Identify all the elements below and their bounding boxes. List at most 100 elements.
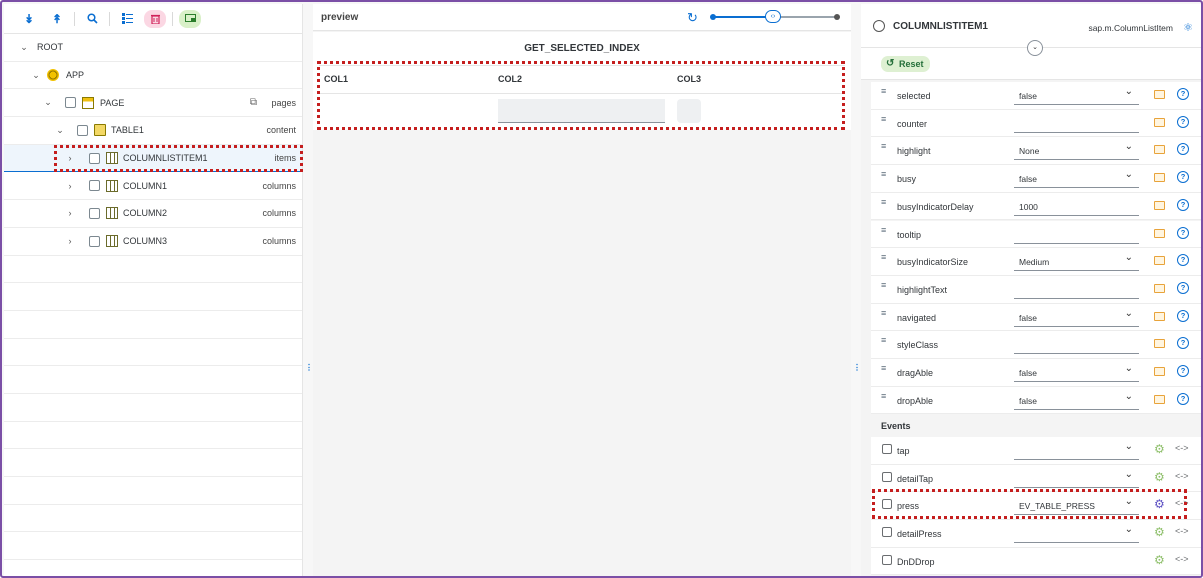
help-icon[interactable]: ? — [1177, 309, 1189, 322]
property-input[interactable] — [1014, 225, 1139, 244]
node-checkbox[interactable] — [89, 235, 100, 247]
gear-icon[interactable]: ⚙ — [1154, 497, 1165, 511]
help-icon[interactable]: ? — [1177, 226, 1189, 239]
tree-node-column3[interactable]: › COLUMN3 columns — [4, 228, 302, 256]
event-handler-select[interactable] — [1014, 524, 1139, 544]
help-icon[interactable]: ? — [1177, 143, 1189, 156]
folder-icon[interactable] — [1154, 394, 1165, 404]
event-checkbox[interactable] — [882, 444, 892, 454]
app-window: ↡ ↟ ⌄ ROOT ⌄ APP ⌄ PAGE ⧉ pages ⌄ TABLE1… — [0, 0, 1203, 578]
property-select[interactable]: false — [1014, 363, 1139, 382]
tree-node-root[interactable]: ⌄ ROOT — [4, 34, 302, 62]
folder-icon[interactable] — [1154, 283, 1165, 293]
help-icon[interactable]: ? — [1177, 365, 1189, 377]
event-handler-select[interactable]: EV_TABLE_PRESS — [1014, 496, 1139, 516]
property-select[interactable]: false — [1014, 391, 1139, 410]
folder-icon[interactable] — [1154, 117, 1165, 127]
zoom-slider[interactable]: ‹› — [710, 10, 840, 23]
property-input[interactable]: 1000 — [1014, 197, 1139, 216]
event-checkbox[interactable] — [882, 471, 892, 482]
table-cell-input[interactable] — [498, 99, 665, 123]
tree-node-label: COLUMN2 — [123, 208, 168, 219]
node-checkbox[interactable] — [89, 180, 100, 192]
code-link-icon[interactable]: <-> — [1175, 554, 1189, 564]
property-select[interactable]: Medium — [1014, 252, 1139, 272]
tree-node-columnlistitem1[interactable]: › COLUMNLISTITEM1 items — [4, 144, 302, 173]
folder-icon[interactable] — [1154, 339, 1165, 349]
search-icon[interactable] — [81, 10, 103, 28]
help-icon[interactable]: ? — [1177, 392, 1189, 405]
property-select[interactable]: false — [1014, 169, 1139, 189]
help-icon[interactable]: ? — [1177, 115, 1189, 128]
event-handler-select[interactable] — [1014, 441, 1139, 460]
chevron-right-icon[interactable]: › — [65, 181, 75, 191]
node-checkbox[interactable] — [89, 152, 100, 164]
folder-icon[interactable] — [1154, 256, 1165, 266]
reset-button[interactable]: ↺ Reset — [881, 56, 930, 72]
folder-icon[interactable] — [1154, 311, 1165, 321]
event-checkbox[interactable] — [882, 499, 892, 510]
tree-node-column2[interactable]: › COLUMN2 columns — [4, 200, 302, 228]
folder-icon[interactable] — [1154, 173, 1165, 183]
event-checkbox[interactable] — [882, 527, 892, 538]
table-cell-button[interactable] — [677, 99, 701, 123]
toolbar-divider — [109, 11, 110, 26]
list-view-icon[interactable] — [116, 10, 138, 28]
chevron-right-icon[interactable]: › — [65, 236, 75, 246]
property-select[interactable]: false — [1014, 308, 1139, 327]
code-link-icon[interactable]: <-> — [1175, 471, 1189, 481]
expand-all-icon[interactable]: ↡ — [18, 10, 40, 28]
tree-node-app[interactable]: ⌄ APP — [4, 62, 302, 90]
folder-icon[interactable] — [1154, 228, 1165, 238]
property-input[interactable] — [1014, 114, 1139, 133]
help-icon[interactable]: ? — [1177, 198, 1189, 211]
delete-icon[interactable] — [144, 9, 166, 28]
chevron-down-icon[interactable]: ⌄ — [43, 97, 53, 108]
property-select[interactable]: None — [1014, 141, 1139, 161]
code-link-icon[interactable]: <-> — [1175, 526, 1189, 536]
chevron-down-icon[interactable]: ⌄ — [19, 42, 29, 53]
help-icon[interactable]: ? — [1177, 171, 1189, 184]
help-icon[interactable]: ? — [1177, 281, 1189, 294]
help-icon[interactable]: ? — [1177, 337, 1189, 350]
node-checkbox[interactable] — [89, 207, 100, 219]
table-column-header: COL1 — [324, 74, 349, 84]
node-checkbox[interactable] — [65, 97, 76, 109]
refresh-icon[interactable]: ↻ — [687, 10, 698, 26]
gear-icon[interactable]: ⚙ — [1154, 525, 1165, 539]
chevron-right-icon[interactable]: › — [65, 208, 75, 218]
network-icon[interactable]: ⚛ — [1183, 21, 1193, 34]
folder-icon[interactable] — [1154, 200, 1165, 210]
folder-icon[interactable] — [1154, 145, 1165, 155]
gear-icon[interactable]: ⚙ — [1154, 470, 1165, 484]
gear-icon[interactable]: ⚙ — [1154, 553, 1165, 567]
tree-node-column1[interactable]: › COLUMN1 columns — [4, 172, 302, 201]
collapse-all-icon[interactable]: ↟ — [46, 10, 68, 28]
folder-icon[interactable] — [1154, 90, 1165, 99]
tree-node-table1[interactable]: ⌄ TABLE1 content — [4, 117, 302, 145]
chevron-down-icon[interactable]: ⌄ — [31, 70, 41, 81]
help-icon[interactable]: ? — [1177, 254, 1189, 267]
node-checkbox[interactable] — [77, 124, 88, 136]
property-select[interactable]: false — [1014, 86, 1139, 105]
gear-icon[interactable]: ⚙ — [1154, 442, 1165, 456]
tree-node-page[interactable]: ⌄ PAGE ⧉ pages — [4, 89, 302, 118]
property-input[interactable] — [1014, 336, 1139, 355]
help-icon[interactable]: ? — [1177, 88, 1189, 100]
code-link-icon[interactable]: <-> — [1175, 498, 1189, 508]
chevron-down-icon[interactable]: ⌄ — [55, 125, 65, 136]
property-input[interactable] — [1014, 280, 1139, 299]
chevron-down-icon[interactable]: ⌄ — [1027, 40, 1043, 56]
folder-icon[interactable] — [1154, 367, 1165, 376]
event-handler-select[interactable] — [1014, 469, 1139, 488]
event-checkbox[interactable] — [882, 554, 892, 565]
chevron-right-icon[interactable]: › — [65, 153, 75, 163]
zoom-slider-handle[interactable]: ‹› — [765, 10, 781, 23]
splitter-handle-icon[interactable]: ⋮ — [853, 362, 861, 374]
splitter-handle-icon[interactable]: ⋮ — [305, 362, 313, 374]
preview-header: preview ↻ ‹› — [313, 4, 851, 31]
property-row-busy: ≡ busy false ? — [871, 165, 1201, 193]
code-link-icon[interactable]: <-> — [1175, 443, 1189, 453]
empty-row — [4, 505, 302, 533]
preview-icon[interactable] — [179, 9, 201, 28]
